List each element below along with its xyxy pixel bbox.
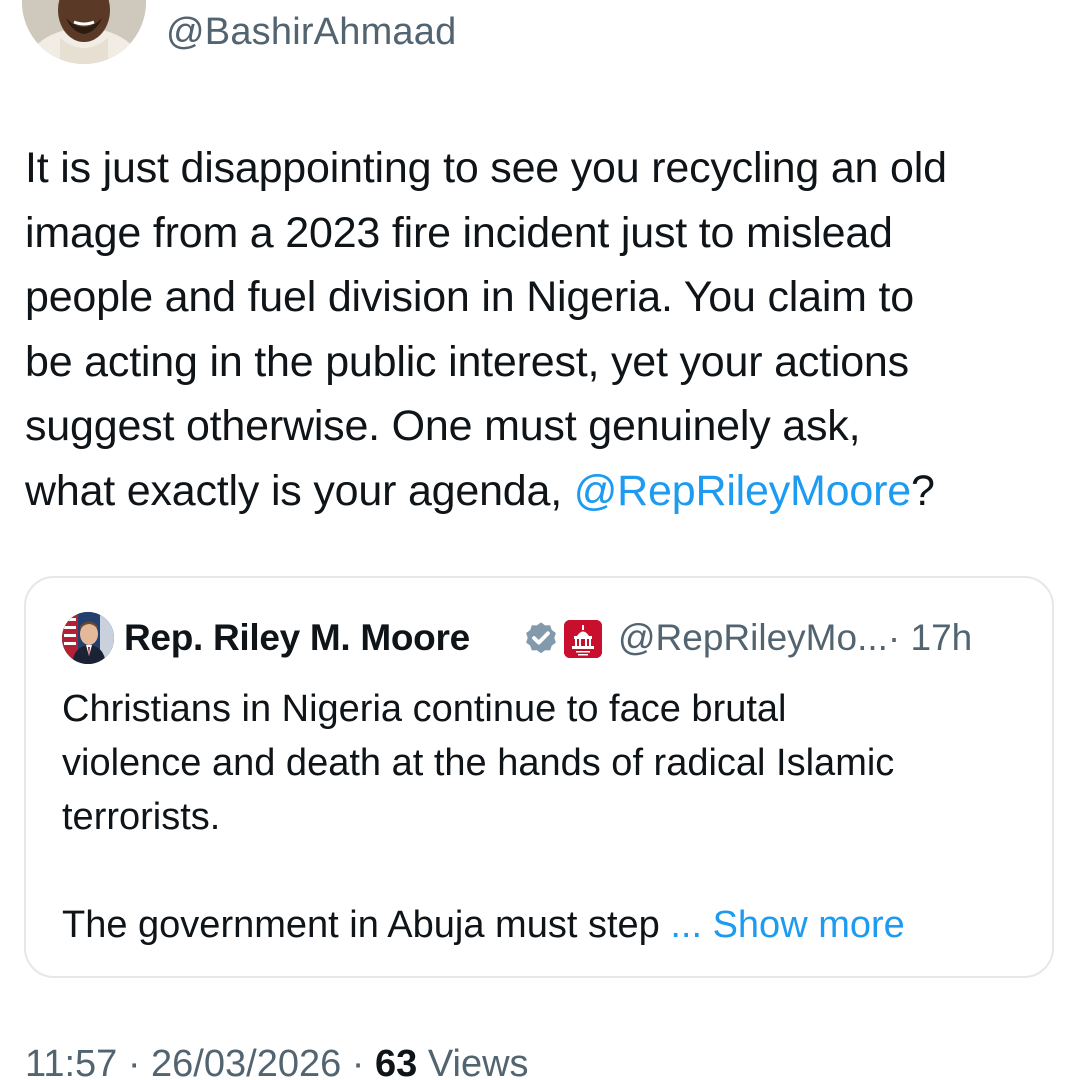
quoted-tweet-body: Christians in Nigeria continue to face b… — [62, 682, 1022, 952]
quoted-author-handle[interactable]: @RepRileyMo... — [618, 617, 888, 658]
quoted-author-handle-time[interactable]: @RepRileyMo...· 17h — [618, 616, 972, 660]
tweet-line-last-suffix: ? — [910, 466, 935, 515]
quoted-line: Christians in Nigeria continue to face b… — [62, 688, 787, 730]
tweet-line: It is just disappointing to see you recy… — [25, 144, 947, 192]
tweet-line: people and fuel division in Nigeria. You… — [25, 273, 915, 321]
verified-badge-icon — [526, 622, 556, 654]
quoted-author-name[interactable]: Rep. Riley M. Moore — [124, 616, 470, 660]
tweet-line: be acting in the public interest, yet yo… — [25, 337, 909, 386]
quoted-time[interactable]: · 17h — [888, 617, 972, 658]
quoted-tweet-card[interactable]: Rep. Riley M. Moore @RepRileyMo...· 17h — [24, 576, 1054, 978]
tweet-line: suggest otherwise. One must genuinely as… — [25, 402, 861, 450]
tweet-body: It is just disappointing to see you recy… — [25, 136, 1065, 523]
quoted-line: violence and death at the hands of radic… — [62, 742, 895, 784]
tweet-timestamp[interactable]: 11:57 · 26/03/2026 · — [25, 1043, 375, 1080]
tweet-detail-view: @BashirAhmaad It is just disappointing t… — [0, 0, 1080, 1080]
author-handle[interactable]: @BashirAhmaad — [166, 10, 456, 54]
author-avatar[interactable] — [22, 0, 146, 64]
quoted-author-avatar-image — [62, 612, 114, 664]
quoted-line: terrorists. — [62, 796, 221, 838]
quoted-line-truncated: The government in Abuja must step ... Sh… — [62, 898, 1022, 952]
tweet-meta: 11:57 · 26/03/2026 · 63 Views — [25, 1042, 529, 1080]
mention-link[interactable]: @RepRileyMoore — [574, 467, 911, 515]
quoted-truncated-text: The government in Abuja must step — [62, 904, 671, 946]
tweet-line-last: what exactly is your agenda, @RepRileyMo… — [25, 459, 1065, 524]
house-gop-badge-icon — [564, 620, 602, 658]
tweet-line-last-prefix: what exactly is your agenda, — [25, 466, 574, 515]
author-avatar-image — [22, 0, 146, 64]
views-label: Views — [417, 1043, 529, 1080]
views-count: 63 — [375, 1043, 418, 1080]
show-more-link[interactable]: ... Show more — [670, 904, 904, 946]
tweet-line: image from a 2023 fire incident just to … — [25, 208, 893, 257]
quoted-paragraph-gap — [62, 844, 1022, 898]
quoted-author-avatar[interactable] — [62, 612, 114, 664]
